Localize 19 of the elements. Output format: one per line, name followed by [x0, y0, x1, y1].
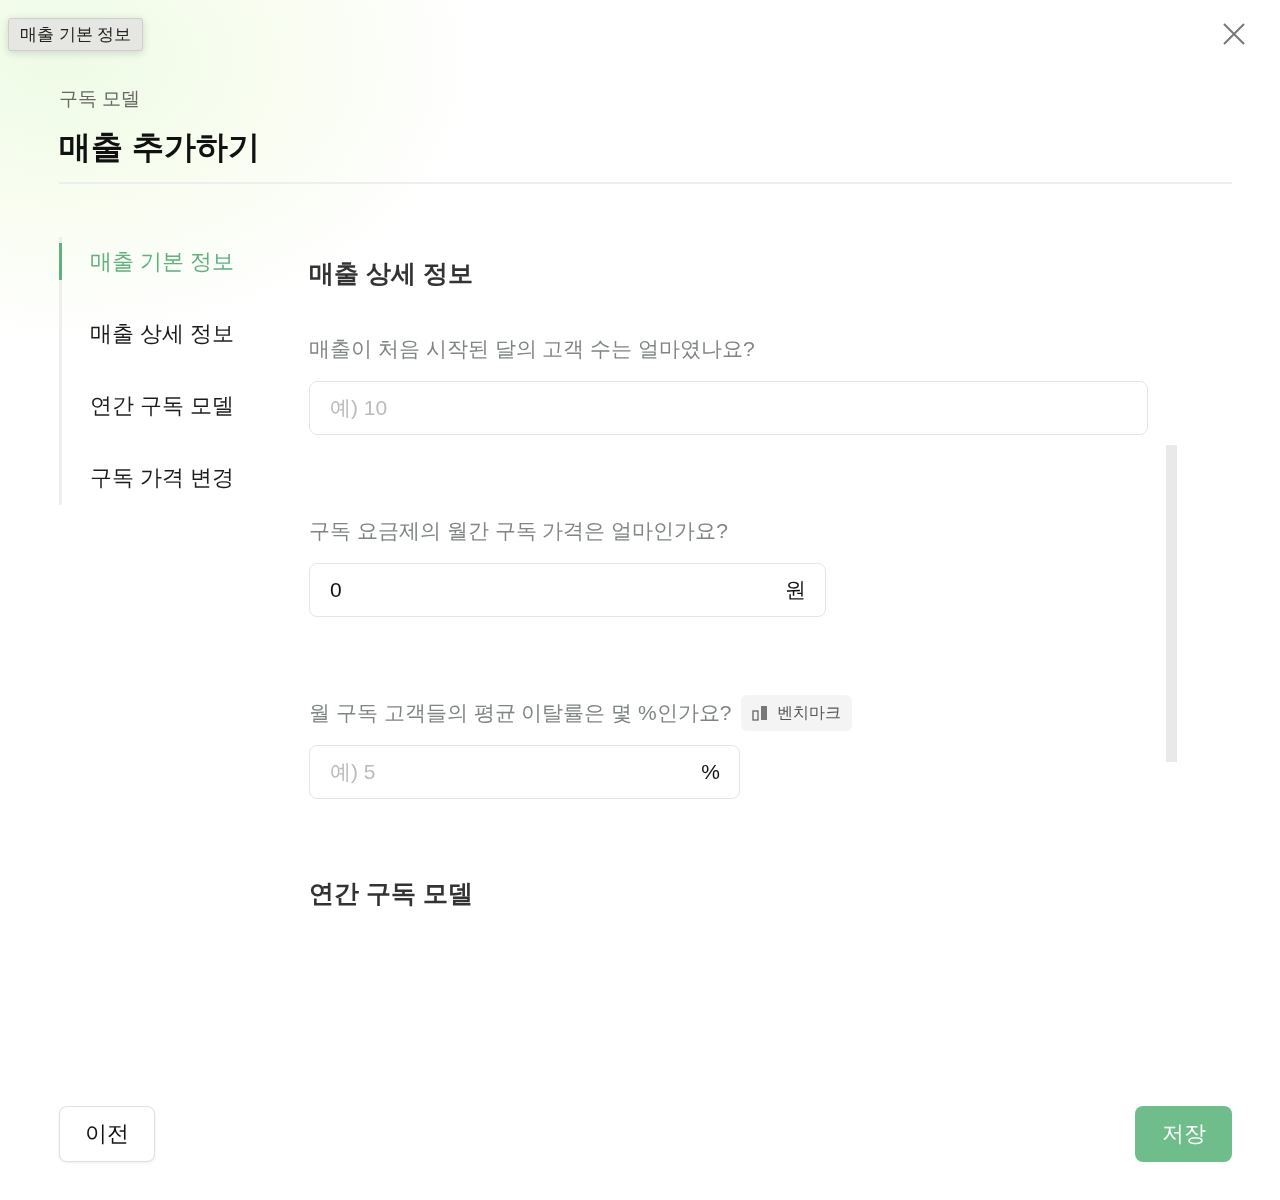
input-field[interactable]: 예) 10: [309, 381, 1148, 435]
nav-item[interactable]: 매출 상세 정보: [59, 309, 309, 381]
question-label: 매출이 처음 시작된 달의 고객 수는 얼마였나요?: [309, 336, 755, 362]
unit-label: 원: [785, 577, 806, 603]
nav-item[interactable]: 연간 구독 모델: [59, 381, 309, 453]
bar-chart-icon: [752, 705, 770, 721]
previous-button[interactable]: 이전: [59, 1106, 155, 1162]
unit-label: %: [701, 759, 720, 785]
modal-title: 매출 추가하기: [59, 128, 261, 167]
question-label: 월 구독 고객들의 평균 이탈률은 몇 %인가요?: [309, 700, 732, 726]
section-title: 매출 상세 정보: [309, 258, 474, 289]
question-label: 구독 요금제의 월간 구독 가격은 얼마인가요?: [309, 518, 728, 544]
section-title: 연간 구독 모델: [309, 878, 474, 909]
close-icon[interactable]: [1222, 22, 1246, 46]
tooltip: 매출 기본 정보: [8, 18, 144, 51]
benchmark-button[interactable]: 벤치마크: [741, 695, 853, 731]
breadcrumb: 구독 모델: [59, 87, 141, 111]
nav-item[interactable]: 구독 가격 변경: [59, 453, 309, 525]
active-indicator: [59, 243, 62, 280]
